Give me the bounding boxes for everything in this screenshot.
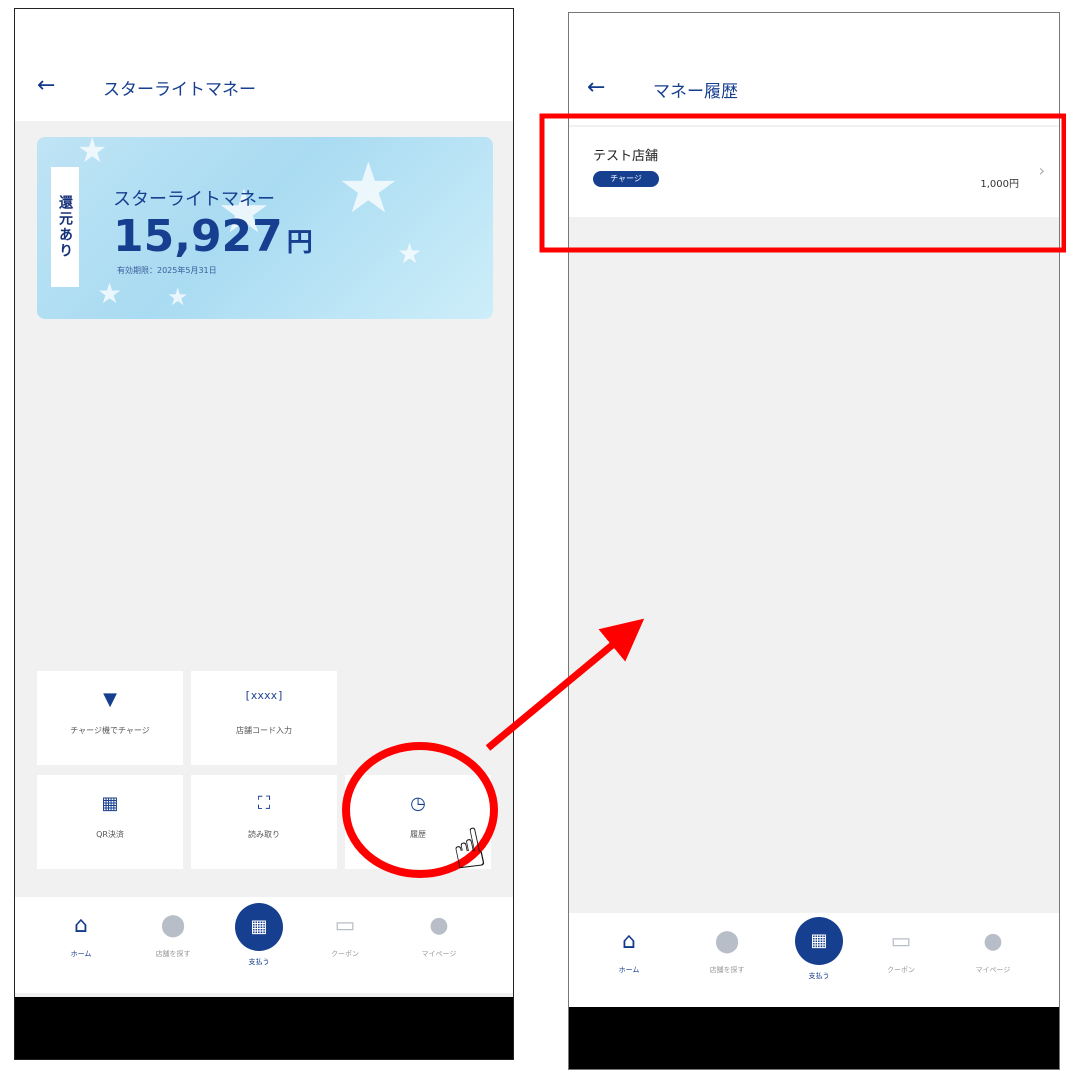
annotation-overlay: [342, 113, 1066, 878]
annotation-arrow: [485, 618, 645, 751]
highlight-box: [539, 113, 1066, 253]
